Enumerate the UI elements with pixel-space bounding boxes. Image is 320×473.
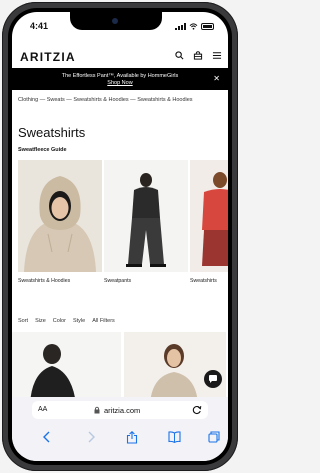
- category-carousel: Sweatshirts & Hoodies Sweatpants Sweatsh…: [18, 160, 228, 295]
- address-field[interactable]: AA aritzia.com: [32, 401, 208, 419]
- sweatpants-model-image: [104, 160, 188, 272]
- sweatshirt-model-image: [190, 160, 228, 272]
- size-filter[interactable]: Size: [35, 318, 46, 324]
- carousel-label[interactable]: Sweatpants: [104, 278, 131, 284]
- product-grid: [12, 332, 228, 404]
- style-filter[interactable]: Style: [73, 318, 85, 324]
- search-icon[interactable]: [175, 51, 184, 60]
- filter-bar: Sort Size Color Style All Filters: [18, 318, 115, 324]
- share-icon[interactable]: [126, 431, 138, 444]
- hoodie-model-image: [18, 160, 102, 272]
- carousel-card[interactable]: Sweatpants: [104, 160, 188, 295]
- all-filters-button[interactable]: All Filters: [92, 318, 115, 324]
- screen: 4:41 ARITZIA The Effortless Pant™, Avail…: [12, 12, 228, 461]
- chat-icon: [209, 375, 217, 383]
- safari-address-bar: AA aritzia.com: [12, 397, 228, 423]
- lock-icon: [94, 406, 100, 414]
- status-icons: [175, 22, 214, 31]
- product-image: [12, 332, 121, 404]
- bookmarks-icon[interactable]: [168, 431, 181, 443]
- menu-icon[interactable]: [212, 51, 222, 60]
- carousel-card[interactable]: Sweatshirts & Hoodies: [18, 160, 102, 295]
- tabs-icon[interactable]: [208, 431, 220, 443]
- product-tile[interactable]: [124, 332, 226, 404]
- forward-icon[interactable]: [86, 431, 96, 443]
- reader-aa-button[interactable]: AA: [38, 406, 47, 413]
- promo-text: The Effortless Pant™, Available by Homme…: [61, 73, 179, 79]
- page-title: Sweatshirts: [18, 125, 86, 140]
- status-time: 4:41: [30, 21, 49, 31]
- carousel-label[interactable]: Sweatshirts: [190, 278, 217, 284]
- chat-button[interactable]: [204, 370, 222, 388]
- battery-icon: [201, 23, 214, 30]
- product-image[interactable]: [104, 160, 188, 272]
- header-icons: [175, 51, 222, 60]
- site-header: ARITZIA: [12, 42, 228, 66]
- carousel-label[interactable]: Sweatshirts & Hoodies: [18, 278, 70, 284]
- brand-logo[interactable]: ARITZIA: [20, 50, 76, 64]
- promo-banner: The Effortless Pant™, Available by Homme…: [12, 68, 228, 90]
- reload-icon[interactable]: [192, 404, 202, 415]
- product-image[interactable]: [18, 160, 102, 272]
- promo-link[interactable]: Shop Now: [12, 80, 228, 86]
- safari-toolbar: [12, 423, 228, 461]
- signal-icon: [175, 23, 186, 30]
- phone-frame: 4:41 ARITZIA The Effortless Pant™, Avail…: [2, 2, 238, 471]
- camera-dot: [112, 18, 118, 24]
- product-image[interactable]: [190, 160, 228, 272]
- product-tile[interactable]: [12, 332, 121, 404]
- url-text[interactable]: aritzia.com: [104, 406, 140, 415]
- wifi-icon: [189, 23, 198, 30]
- guide-link[interactable]: Sweatfleece Guide: [18, 147, 67, 153]
- status-bar: 4:41: [12, 12, 228, 42]
- phone-bezel: 4:41 ARITZIA The Effortless Pant™, Avail…: [8, 8, 232, 465]
- close-icon[interactable]: ✕: [213, 75, 220, 83]
- sort-button[interactable]: Sort: [18, 318, 28, 324]
- back-icon[interactable]: [42, 431, 52, 443]
- breadcrumb[interactable]: Clothing — Sweats — Sweatshirts & Hoodie…: [18, 97, 208, 104]
- shopping-bag-icon[interactable]: [193, 51, 203, 60]
- carousel-card[interactable]: Sweatshirts: [190, 160, 228, 295]
- product-image: [124, 332, 226, 404]
- color-filter[interactable]: Color: [53, 318, 66, 324]
